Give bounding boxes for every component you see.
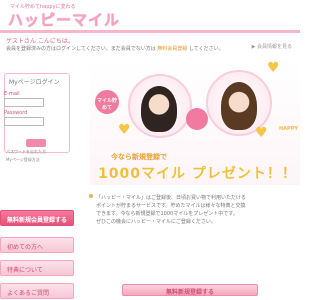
header-divider bbox=[0, 30, 300, 33]
description-line: できます。今なら新規登録で1000マイルをプレゼント中です。 bbox=[96, 211, 238, 217]
site-logo[interactable]: ハッピーマイル bbox=[8, 9, 120, 30]
login-title: Myページログイン bbox=[9, 79, 60, 86]
sidebar-item-first-time[interactable]: 初めての方へ bbox=[0, 237, 74, 253]
password-label: Password bbox=[4, 110, 28, 116]
heart-icon: ♥ bbox=[255, 125, 268, 141]
sidebar-item-faq[interactable]: よくあるご質問 bbox=[0, 283, 74, 299]
forgot-password-link[interactable]: パスワードを忘れた方 bbox=[6, 149, 46, 155]
register-help-link[interactable]: Myページ登録方法 bbox=[6, 157, 40, 163]
email-field[interactable] bbox=[4, 98, 44, 107]
welcome-message: ゲストさん こんにちは。 bbox=[6, 38, 74, 45]
happy-label: HAPPY bbox=[278, 126, 298, 132]
notice-line2: してください。 bbox=[187, 46, 224, 52]
sidebar-item-register[interactable]: 無料新規会員登録する bbox=[0, 210, 74, 226]
bullet-icon bbox=[89, 194, 93, 198]
description: 「ハッピー・マイル」はご登録後、日頃お買い物で利用いただける ポイントが貯まるサ… bbox=[96, 194, 296, 249]
promo-line-2: 1000マイル プレゼント！！ bbox=[98, 166, 297, 182]
woman-photo-left bbox=[141, 86, 177, 132]
description-line: 「ハッピー・マイル」はご登録後、日頃お買い物で利用いただける bbox=[96, 195, 247, 201]
notice-register-link[interactable]: 無料会員登録 bbox=[157, 46, 187, 52]
register-cta-button[interactable]: 無料新規登録する bbox=[122, 284, 258, 296]
profile-link[interactable]: ▶ 会員情報を見る bbox=[252, 43, 292, 50]
email-label: E-mail bbox=[4, 91, 20, 97]
sidebar-item-benefits[interactable]: 特典について bbox=[0, 260, 74, 276]
heart-icon: ♥ bbox=[118, 122, 131, 138]
description-line: ぜひこの機会にハッピー・マイルにご登録ください。 bbox=[96, 219, 216, 225]
banner-bubble-right bbox=[186, 108, 208, 130]
banner-bubble-left: マイル貯めて bbox=[95, 90, 119, 114]
password-field[interactable] bbox=[4, 117, 44, 126]
notice-line1: 会員を登録済みの方はログインしてください。まだ会員でない方は bbox=[6, 46, 158, 52]
header: マイル貯めてhappyに変わる ハッピーマイル bbox=[0, 0, 300, 30]
description-line: ポイントが貯まるサービスです。貯めたマイルは様々な特典と交換 bbox=[96, 203, 246, 209]
promo-line-1: 今なら新規登録で bbox=[111, 153, 167, 161]
woman-photo-right bbox=[221, 82, 257, 130]
heart-icon: ♥ bbox=[267, 60, 280, 76]
login-button[interactable] bbox=[26, 139, 46, 147]
